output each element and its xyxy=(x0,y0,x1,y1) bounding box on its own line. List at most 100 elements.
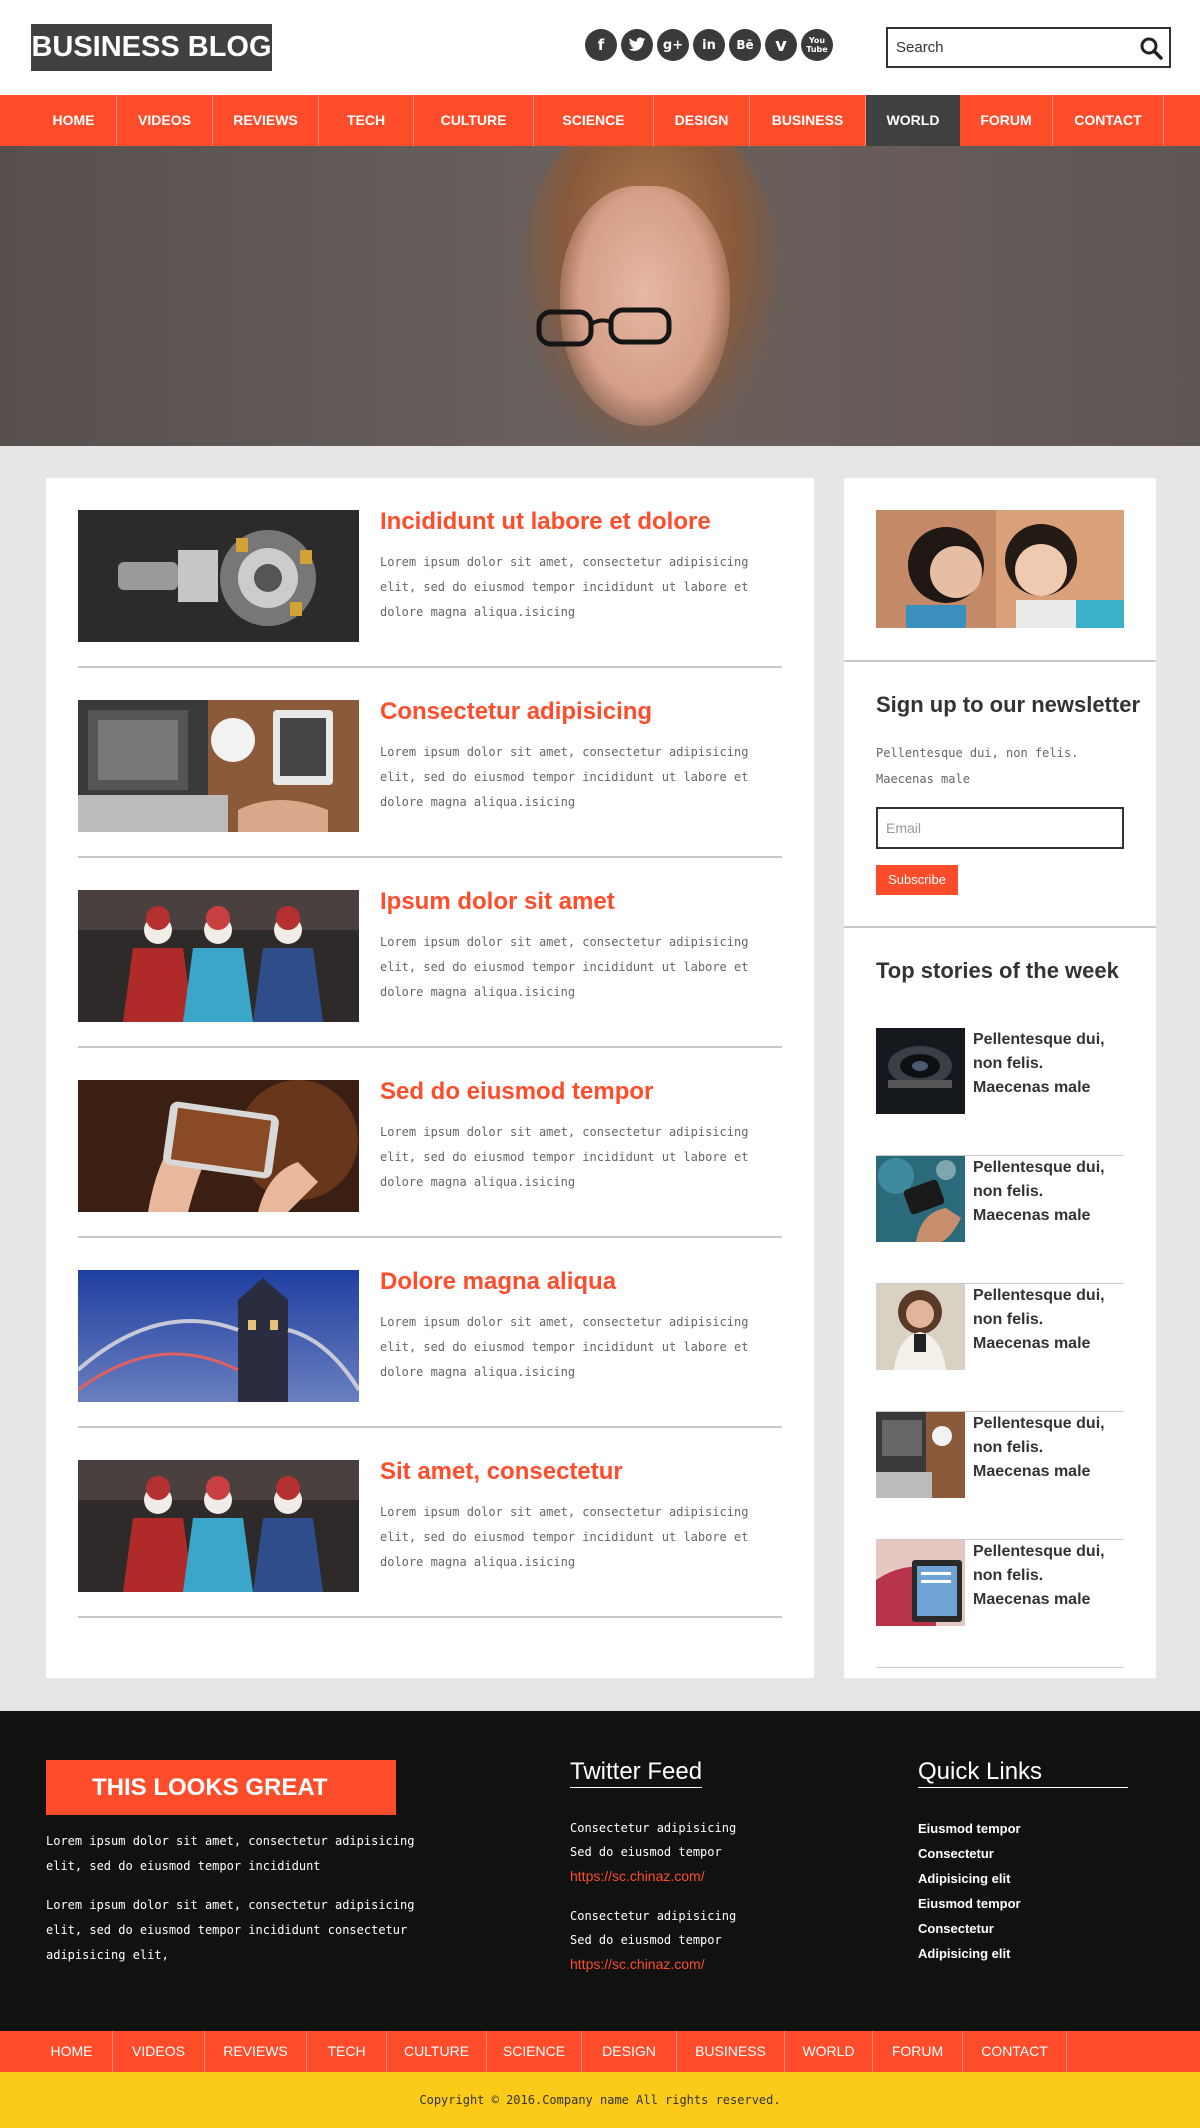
quick-links-title: Quick Links xyxy=(918,1758,1128,1788)
nav-item-design[interactable]: DESIGN xyxy=(654,95,750,146)
nav-item-home[interactable]: HOME xyxy=(31,95,117,146)
site-logo[interactable]: BUSINESS BLOG xyxy=(31,24,272,71)
footer-nav-science[interactable]: SCIENCE xyxy=(487,2031,582,2072)
post-excerpt: Lorem ipsum dolor sit amet, consectetur … xyxy=(380,1505,749,1569)
quick-link[interactable]: Adipisicing elit xyxy=(918,1941,1021,1966)
sidebar-feature-image[interactable] xyxy=(876,510,1124,628)
post-item: Consectetur adipisicing Lorem ipsum dolo… xyxy=(78,668,782,858)
vimeo-icon[interactable]: v xyxy=(765,29,797,61)
hero-banner xyxy=(0,146,1200,446)
newsletter-title: Sign up to our newsletter xyxy=(876,692,1141,717)
tweet: Consectetur adipisicing Sed do eiusmod t… xyxy=(570,1816,736,1888)
nav-item-business[interactable]: BUSINESS xyxy=(750,95,866,146)
main-nav: HOME VIDEOS REVIEWS TECH CULTURE SCIENCE… xyxy=(0,95,1200,146)
subscribe-button[interactable]: Subscribe xyxy=(876,865,958,895)
post-thumbnail[interactable] xyxy=(78,1270,359,1402)
post-thumbnail[interactable] xyxy=(78,1080,359,1212)
quick-link[interactable]: Adipisicing elit xyxy=(918,1866,1021,1891)
post-item: Ipsum dolor sit amet Lorem ipsum dolor s… xyxy=(78,858,782,1048)
top-story-item[interactable]: Pellentesque dui, non felis. Maecenas ma… xyxy=(876,1412,1124,1540)
top-story-item[interactable]: Pellentesque dui, non felis. Maecenas ma… xyxy=(876,1284,1124,1412)
email-field[interactable] xyxy=(878,809,1122,847)
story-title[interactable]: Pellentesque dui, non felis. Maecenas ma… xyxy=(973,1028,1124,1100)
footer-paragraph: Lorem ipsum dolor sit amet, consectetur … xyxy=(46,1834,415,1873)
nav-item-science[interactable]: SCIENCE xyxy=(534,95,654,146)
twitter-icon[interactable] xyxy=(621,29,653,61)
youtube-icon[interactable]: You Tube xyxy=(801,29,833,61)
post-title[interactable]: Dolore magna aliqua xyxy=(380,1268,616,1296)
quick-link[interactable]: Eiusmod tempor xyxy=(918,1816,1021,1841)
post-title[interactable]: Incididunt ut labore et dolore xyxy=(380,508,711,536)
site-footer: THIS LOOKS GREAT Lorem ipsum dolor sit a… xyxy=(0,1711,1200,2031)
post-thumbnail[interactable] xyxy=(78,1460,359,1592)
top-story-item[interactable]: Pellentesque dui, non felis. Maecenas ma… xyxy=(876,1540,1124,1668)
footer-nav-contact[interactable]: CONTACT xyxy=(963,2031,1067,2072)
story-title[interactable]: Pellentesque dui, non felis. Maecenas ma… xyxy=(973,1284,1124,1356)
tweet-link[interactable]: https://sc.chinaz.com/ xyxy=(570,1864,736,1888)
footer-nav-videos[interactable]: VIDEOS xyxy=(113,2031,205,2072)
top-story-item[interactable]: Pellentesque dui, non felis. Maecenas ma… xyxy=(876,1028,1124,1156)
post-title[interactable]: Consectetur adipisicing xyxy=(380,698,652,726)
nav-item-culture[interactable]: CULTURE xyxy=(414,95,534,146)
post-title[interactable]: Ipsum dolor sit amet xyxy=(380,888,615,916)
behance-icon[interactable]: Bē xyxy=(729,29,761,61)
quick-link[interactable]: Consectetur xyxy=(918,1916,1021,1941)
story-title[interactable]: Pellentesque dui, non felis. Maecenas ma… xyxy=(973,1540,1124,1612)
sidebar: Sign up to our newsletter Pellentesque d… xyxy=(844,478,1156,1678)
top-stories-title: Top stories of the week xyxy=(876,958,1119,983)
footer-nav-tech[interactable]: TECH xyxy=(307,2031,387,2072)
nav-item-reviews[interactable]: REVIEWS xyxy=(213,95,319,146)
nav-item-world[interactable]: WORLD xyxy=(866,95,960,146)
quick-link[interactable]: Eiusmod tempor xyxy=(918,1891,1021,1916)
divider xyxy=(844,926,1156,928)
nav-item-tech[interactable]: TECH xyxy=(319,95,414,146)
story-title[interactable]: Pellentesque dui, non felis. Maecenas ma… xyxy=(973,1412,1124,1484)
footer-badge: THIS LOOKS GREAT xyxy=(46,1760,396,1815)
story-thumbnail[interactable] xyxy=(876,1028,965,1114)
story-thumbnail[interactable] xyxy=(876,1284,965,1370)
footer-nav-forum[interactable]: FORUM xyxy=(873,2031,963,2072)
nav-item-videos[interactable]: VIDEOS xyxy=(117,95,213,146)
linkedin-icon[interactable]: in xyxy=(693,29,725,61)
post-excerpt: Lorem ipsum dolor sit amet, consectetur … xyxy=(380,745,749,809)
google-plus-icon[interactable]: g+ xyxy=(657,29,689,61)
tweet: Consectetur adipisicing Sed do eiusmod t… xyxy=(570,1904,736,1976)
twitter-feed-title: Twitter Feed xyxy=(570,1758,703,1788)
post-title[interactable]: Sed do eiusmod tempor xyxy=(380,1078,653,1106)
nav-item-forum[interactable]: FORUM xyxy=(960,95,1053,146)
search-icon[interactable] xyxy=(1139,36,1163,60)
story-thumbnail[interactable] xyxy=(876,1540,965,1626)
post-thumbnail[interactable] xyxy=(78,510,359,642)
post-title[interactable]: Sit amet, consectetur xyxy=(380,1458,623,1486)
top-story-item[interactable]: Pellentesque dui, non felis. Maecenas ma… xyxy=(876,1156,1124,1284)
posts-column: Incididunt ut labore et dolore Lorem ips… xyxy=(46,478,814,1678)
footer-nav-home[interactable]: HOME xyxy=(31,2031,113,2072)
footer-nav-culture[interactable]: CULTURE xyxy=(387,2031,487,2072)
post-item: Sed do eiusmod tempor Lorem ipsum dolor … xyxy=(78,1048,782,1238)
post-thumbnail[interactable] xyxy=(78,700,359,832)
social-links: f g+ in Bē v You Tube xyxy=(585,29,833,61)
tweet-line: Consectetur adipisicing xyxy=(570,1821,737,1835)
story-title[interactable]: Pellentesque dui, non felis. Maecenas ma… xyxy=(973,1156,1124,1228)
tweet-link[interactable]: https://sc.chinaz.com/ xyxy=(570,1952,736,1976)
story-thumbnail[interactable] xyxy=(876,1156,965,1242)
quick-link[interactable]: Consectetur xyxy=(918,1841,1021,1866)
footer-nav-reviews[interactable]: REVIEWS xyxy=(205,2031,307,2072)
footer-nav-business[interactable]: BUSINESS xyxy=(677,2031,785,2072)
hero-glasses xyxy=(536,307,672,347)
nav-item-contact[interactable]: CONTACT xyxy=(1053,95,1164,146)
divider xyxy=(844,660,1156,662)
story-thumbnail[interactable] xyxy=(876,1412,965,1498)
newsletter-text: Pellentesque dui, non felis. Maecenas ma… xyxy=(876,746,1079,786)
footer-nav-world[interactable]: WORLD xyxy=(785,2031,873,2072)
post-thumbnail[interactable] xyxy=(78,890,359,1022)
facebook-icon[interactable]: f xyxy=(585,29,617,61)
search-input[interactable] xyxy=(896,29,1126,66)
post-excerpt: Lorem ipsum dolor sit amet, consectetur … xyxy=(380,1125,749,1189)
site-header: BUSINESS BLOG f g+ in Bē v You Tube xyxy=(0,0,1200,95)
email-field-wrapper xyxy=(876,807,1124,849)
post-excerpt: Lorem ipsum dolor sit amet, consectetur … xyxy=(380,1315,749,1379)
post-item: Sit amet, consectetur Lorem ipsum dolor … xyxy=(78,1428,782,1618)
footer-nav-design[interactable]: DESIGN xyxy=(582,2031,677,2072)
footer-nav: HOME VIDEOS REVIEWS TECH CULTURE SCIENCE… xyxy=(0,2031,1200,2072)
